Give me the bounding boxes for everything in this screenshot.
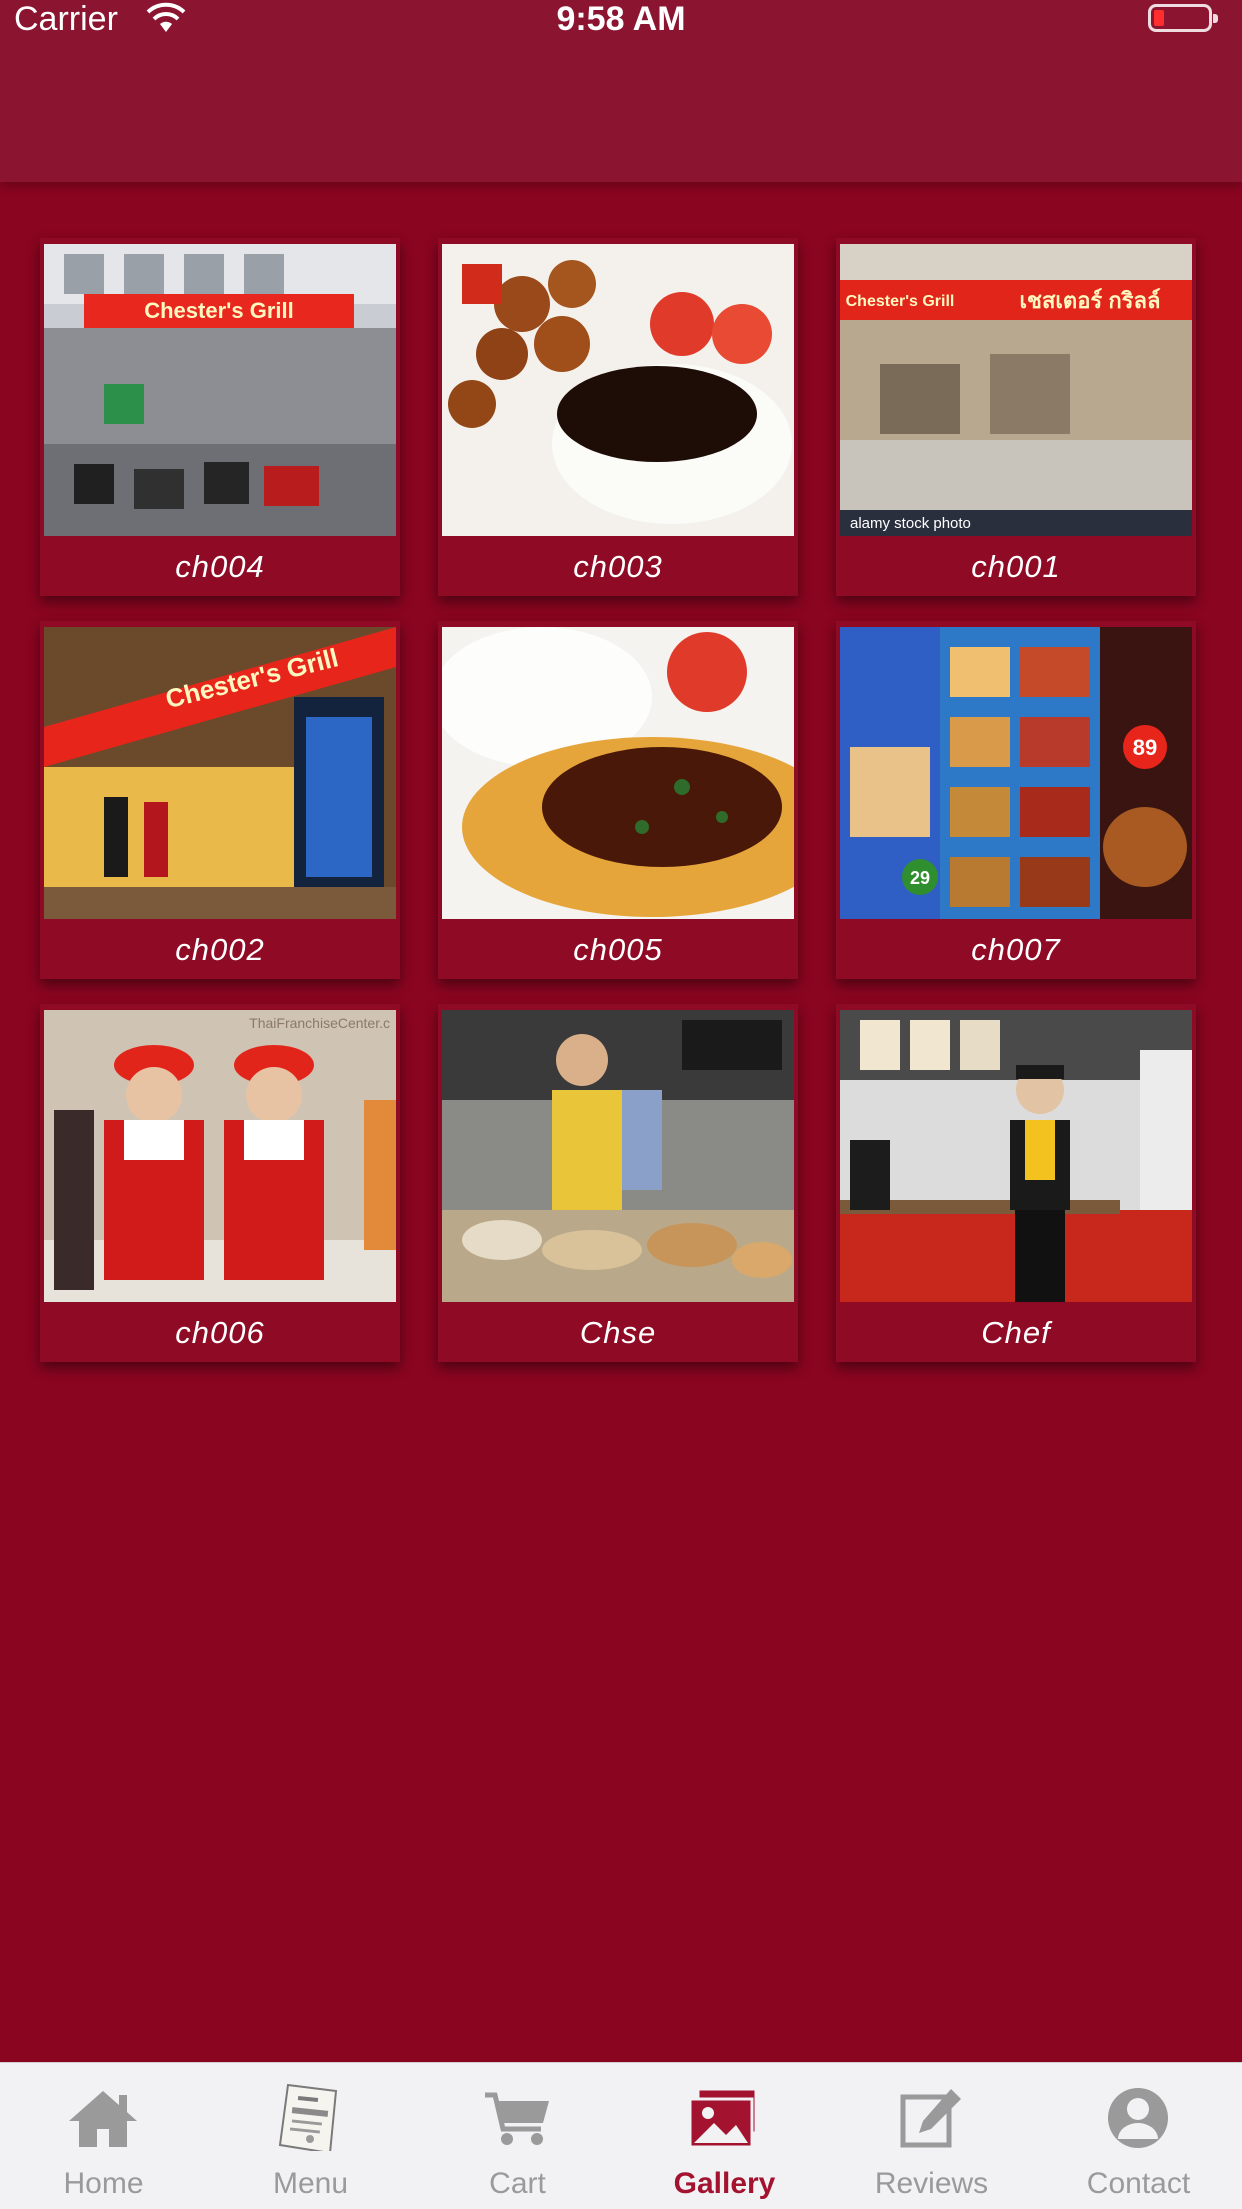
svg-text:ThaiFranchiseCenter.c: ThaiFranchiseCenter.c [249, 1015, 390, 1031]
gallery-item-ch006[interactable]: ThaiFranchiseCenter.c ch006 [40, 1004, 400, 1362]
gallery-item-caption: ch002 [175, 932, 265, 967]
tab-cart[interactable]: Cart [414, 2063, 621, 2209]
reviews-icon [900, 2089, 961, 2148]
gallery-photo: Chester's Grill [44, 627, 396, 919]
gallery-item-caption: ch004 [175, 549, 265, 584]
svg-text:89: 89 [1133, 735, 1157, 760]
status-bar: Carrier 9:58 AM [0, 0, 1242, 44]
gallery-item-chse[interactable]: Chse [438, 1004, 798, 1362]
gallery-item-ch004[interactable]: Chester's Grill ch004 [40, 238, 400, 596]
tab-label: Reviews [874, 2167, 989, 2200]
gallery-photo [840, 1010, 1192, 1302]
svg-text:alamy stock photo: alamy stock photo [850, 515, 971, 532]
tab-bar: Home Menu Cart Gallery Reviews Contact [0, 2062, 1242, 2209]
gallery-item-ch002[interactable]: Chester's Grill ch002 [40, 621, 400, 979]
gallery-photo: Chester's Grill [44, 244, 396, 536]
svg-text:29: 29 [910, 868, 930, 888]
tab-home[interactable]: Home [0, 2063, 207, 2209]
tab-label: Home [63, 2167, 144, 2200]
tab-reviews[interactable]: Reviews [828, 2063, 1035, 2209]
gallery-item-caption: ch006 [175, 1315, 265, 1350]
battery-icon [1148, 4, 1218, 32]
menu-book-icon [278, 2083, 338, 2151]
gallery-photo [442, 244, 794, 536]
tab-label: Contact [1086, 2167, 1191, 2200]
home-icon [69, 2091, 137, 2147]
gallery-photo: 29 89 [840, 627, 1192, 919]
gallery-item-caption: ch005 [573, 932, 663, 967]
tab-label: Gallery [673, 2167, 776, 2200]
svg-text:Chester's Grill: Chester's Grill [144, 298, 294, 323]
tab-contact[interactable]: Contact [1035, 2063, 1242, 2209]
gallery-item-chef[interactable]: Chef [836, 1004, 1196, 1362]
tab-gallery[interactable]: Gallery [621, 2063, 828, 2209]
svg-text:เชสเตอร์ กริลล์: เชสเตอร์ กริลล์ [1020, 288, 1161, 313]
gallery-icon [688, 2087, 758, 2149]
tab-label: Cart [489, 2167, 546, 2200]
svg-text:Chester's Grill: Chester's Grill [846, 293, 955, 310]
navigation-header: Carrier 9:58 AM [0, 0, 1242, 182]
gallery-photo [442, 627, 794, 919]
gallery-item-ch003[interactable]: ch003 [438, 238, 798, 596]
gallery-item-ch005[interactable]: ch005 [438, 621, 798, 979]
contact-icon [1108, 2088, 1168, 2148]
gallery-photo [442, 1010, 794, 1302]
gallery-photo: Chester's Grill เชสเตอร์ กริลล์ alamy st… [840, 244, 1192, 536]
tab-menu[interactable]: Menu [207, 2063, 414, 2209]
gallery-item-caption: ch007 [971, 932, 1061, 967]
gallery-item-ch007[interactable]: 29 89 ch007 [836, 621, 1196, 979]
cart-icon [485, 2092, 549, 2145]
gallery-item-caption: Chef [981, 1315, 1051, 1350]
gallery-item-ch001[interactable]: Chester's Grill เชสเตอร์ กริลล์ alamy st… [836, 238, 1196, 596]
gallery-item-caption: ch003 [573, 549, 663, 584]
gallery-item-caption: ch001 [971, 549, 1061, 584]
gallery-item-caption: Chse [579, 1315, 657, 1350]
gallery-photo: ThaiFranchiseCenter.c [44, 1010, 396, 1302]
tab-label: Menu [272, 2167, 349, 2200]
status-time: 9:58 AM [556, 0, 686, 38]
